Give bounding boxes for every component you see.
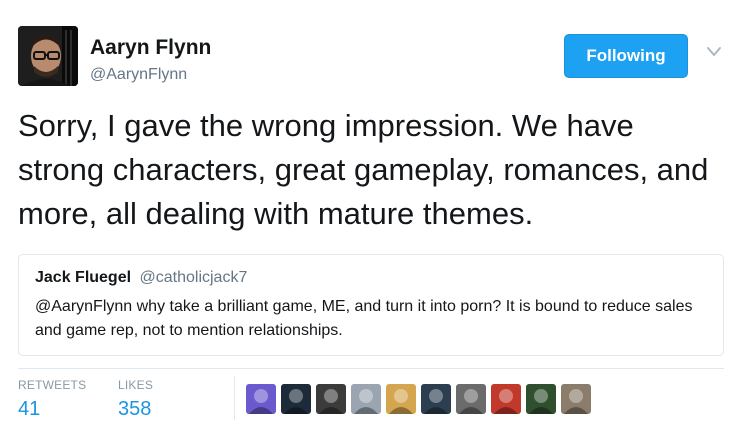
retweets-count: 41 (18, 398, 41, 420)
tweet-text: Sorry, I gave the wrong impression. We h… (18, 108, 709, 231)
liker-avatar-10[interactable] (561, 384, 591, 414)
chevron-down-icon[interactable] (706, 46, 722, 58)
liker-avatar-4[interactable] (351, 384, 381, 414)
retweets-stat[interactable]: RETWEETS 41 (18, 378, 86, 421)
stats-divider (18, 368, 724, 369)
quoted-text: @AarynFlynn why take a brilliant game, M… (35, 298, 693, 339)
liker-avatar-9[interactable] (526, 384, 556, 414)
liker-avatar-3[interactable] (316, 384, 346, 414)
author-avatar[interactable] (18, 26, 78, 86)
liker-avatar-8[interactable] (491, 384, 521, 414)
liker-avatar-5[interactable] (386, 384, 416, 414)
quoted-header: Jack Fluegel @catholicjack7 (35, 269, 247, 287)
quoted-author-handle: @catholicjack7 (139, 269, 248, 286)
likes-count: 358 (118, 398, 152, 420)
author-name[interactable]: Aaryn Flynn (90, 36, 211, 60)
liker-avatar-6[interactable] (421, 384, 451, 414)
author-handle[interactable]: @AarynFlynn (90, 66, 187, 84)
liker-avatar-7[interactable] (456, 384, 486, 414)
retweets-label: RETWEETS (18, 378, 87, 392)
avatar-photo-icon (18, 26, 78, 86)
quoted-tweet[interactable]: Jack Fluegel @catholicjack7 @AarynFlynn … (18, 254, 724, 356)
following-button[interactable]: Following (564, 34, 688, 78)
likes-stat[interactable]: LIKES 358 (118, 378, 153, 421)
tweet-header: Aaryn Flynn @AarynFlynn Following (18, 26, 723, 90)
liker-avatar-2[interactable] (281, 384, 311, 414)
liker-avatar-1[interactable] (246, 384, 276, 414)
likes-label: LIKES (118, 378, 154, 392)
quoted-author-name: Jack Fluegel (35, 269, 132, 286)
stats-separator (234, 376, 235, 420)
